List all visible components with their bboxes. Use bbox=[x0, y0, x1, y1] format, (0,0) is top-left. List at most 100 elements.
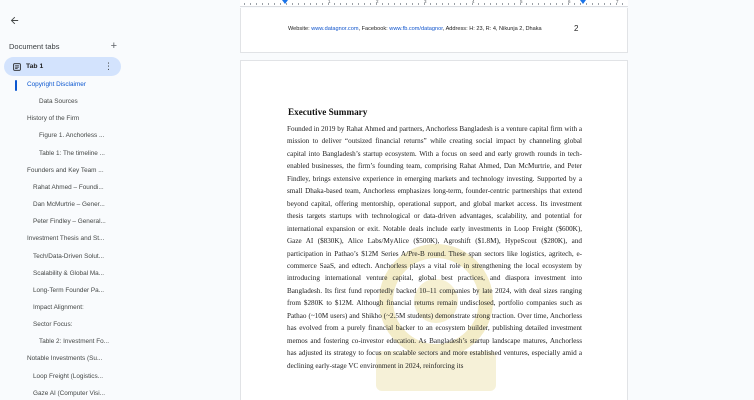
outline-item[interactable]: Loop Freight (Logistics... bbox=[33, 373, 112, 380]
left-indent-marker[interactable] bbox=[282, 0, 288, 4]
outline-item[interactable]: Rahat Ahmed – Foundi... bbox=[33, 184, 112, 191]
ruler-tick bbox=[466, 3, 467, 5]
ruler-tick bbox=[586, 3, 587, 5]
ruler-tick bbox=[508, 3, 509, 5]
ruler-tick bbox=[352, 3, 353, 5]
ruler-tick bbox=[604, 3, 605, 5]
ruler-tick bbox=[280, 3, 281, 5]
ruler-number: 3 bbox=[424, 0, 427, 4]
footer-address: , Address: H: 23, R: 4, Nikunja 2, Dhaka bbox=[442, 26, 542, 32]
ruler-number: 4 bbox=[472, 0, 475, 4]
executive-summary-paragraph: Founded in 2019 by Rahat Ahmed and partn… bbox=[287, 125, 582, 370]
page-footer: Website: www.datagnor.com, Facebook: www… bbox=[288, 26, 542, 32]
ruler-number: 5 bbox=[520, 0, 523, 4]
ruler-tick bbox=[496, 3, 497, 5]
outline-item[interactable]: Figure 1. Anchorless ... bbox=[39, 132, 112, 139]
outline-item[interactable]: Long-Term Founder Pa... bbox=[33, 287, 112, 294]
outline-item[interactable]: History of the Firm bbox=[27, 115, 112, 122]
ruler-tick bbox=[514, 3, 515, 5]
ruler-tick bbox=[310, 3, 311, 5]
active-outline-indicator bbox=[15, 80, 17, 91]
ruler-tick bbox=[442, 3, 443, 5]
outline-item[interactable]: Tech/Data-Driven Solut... bbox=[33, 253, 112, 260]
ruler-tick bbox=[436, 3, 437, 5]
ruler-tick bbox=[574, 3, 575, 5]
page-number: 2 bbox=[574, 24, 579, 33]
outline-item[interactable]: Dan McMurtrie – Gener... bbox=[33, 201, 112, 208]
ruler-tick bbox=[292, 3, 293, 5]
ruler-tick bbox=[322, 3, 323, 5]
outline-item[interactable]: Scalability & Global Ma... bbox=[33, 270, 112, 277]
document-tabs-header: Document tabs + bbox=[9, 40, 117, 52]
back-arrow-icon[interactable] bbox=[6, 12, 22, 28]
ruler-tick bbox=[562, 3, 563, 5]
ruler-tick bbox=[430, 3, 431, 5]
ruler-tick bbox=[418, 3, 419, 5]
document-tabs-sidebar: Document tabs + Tab 1 ⋮ Copyright Discla… bbox=[0, 0, 128, 400]
outline-item[interactable]: Notable Investments (Su... bbox=[27, 355, 112, 362]
ruler-tick bbox=[364, 3, 365, 5]
document-icon bbox=[13, 62, 21, 71]
ruler-tick bbox=[412, 3, 413, 5]
ruler-tick bbox=[460, 3, 461, 5]
ruler-tick bbox=[382, 3, 383, 5]
footer-website-link[interactable]: www.datagnor.com bbox=[311, 26, 358, 32]
ruler-tick bbox=[262, 3, 263, 5]
ruler-tick bbox=[346, 3, 347, 5]
ruler-tick bbox=[316, 3, 317, 5]
ruler-number: 2 bbox=[376, 0, 379, 4]
tab-1-label: Tab 1 bbox=[26, 63, 44, 70]
ruler-tick bbox=[622, 3, 623, 5]
outline-item[interactable]: Copyright Disclaimer bbox=[27, 81, 112, 88]
ruler-tick bbox=[598, 3, 599, 5]
outline-item[interactable]: Impact Alignment: bbox=[33, 304, 112, 311]
footer-facebook-label: , Facebook: bbox=[358, 26, 390, 32]
outline-item[interactable]: Data Sources bbox=[39, 98, 112, 105]
ruler-tick bbox=[334, 3, 335, 5]
ruler-tick bbox=[250, 3, 251, 5]
outline-item[interactable]: Peter Findley – General... bbox=[33, 218, 112, 225]
ruler-number: 1 bbox=[328, 0, 331, 4]
ruler-tick bbox=[400, 3, 401, 5]
ruler-tick bbox=[580, 3, 581, 5]
document-tabs-title: Document tabs bbox=[9, 41, 60, 51]
ruler-tick bbox=[256, 3, 257, 5]
ruler-tick bbox=[610, 3, 611, 5]
ruler-tick bbox=[538, 3, 539, 5]
ruler-tick bbox=[484, 3, 485, 5]
ruler-tick bbox=[340, 3, 341, 5]
ruler-tick bbox=[298, 3, 299, 5]
ruler-tick bbox=[394, 3, 395, 5]
outline-item[interactable]: Table 2: Investment Fo... bbox=[39, 338, 112, 345]
ruler-tick bbox=[526, 3, 527, 5]
ruler-tick bbox=[592, 3, 593, 5]
outline-item[interactable]: Sector Focus: bbox=[33, 321, 112, 328]
ruler-tick bbox=[274, 3, 275, 5]
ruler-tick bbox=[532, 3, 533, 5]
ruler-tick bbox=[406, 3, 407, 5]
ruler-tick bbox=[502, 3, 503, 5]
ruler-tick bbox=[304, 3, 305, 5]
document-page[interactable]: Executive Summary Founded in 2019 by Rah… bbox=[240, 60, 628, 400]
outline-item[interactable]: Table 1: The timeline ... bbox=[39, 150, 112, 157]
footer-facebook-link[interactable]: www.fb.com/datagnor bbox=[389, 26, 442, 32]
ruler-tick bbox=[454, 3, 455, 5]
ruler-tick bbox=[478, 3, 479, 5]
ruler-tick bbox=[490, 3, 491, 5]
ruler-number: 7 bbox=[616, 0, 619, 4]
outline-item[interactable]: Founders and Key Team ... bbox=[27, 167, 112, 174]
tab-options-icon[interactable]: ⋮ bbox=[104, 60, 113, 72]
ruler-tick bbox=[358, 3, 359, 5]
ruler-tick bbox=[370, 3, 371, 5]
ruler-tick bbox=[286, 3, 287, 5]
horizontal-ruler[interactable]: 1 2 3 4 5 6 7 bbox=[240, 0, 628, 7]
tab-1[interactable]: Tab 1 ⋮ bbox=[4, 57, 121, 76]
outline-item[interactable]: Investment Thesis and St... bbox=[27, 235, 112, 242]
ruler-tick bbox=[244, 3, 245, 5]
previous-page: Website: www.datagnor.com, Facebook: www… bbox=[240, 8, 628, 53]
add-tab-button[interactable]: + bbox=[111, 41, 117, 52]
outline-item[interactable]: Gaze AI (Computer Visi... bbox=[33, 390, 112, 397]
ruler-tick bbox=[550, 3, 551, 5]
ruler-number: 6 bbox=[568, 0, 571, 4]
ruler-tick bbox=[556, 3, 557, 5]
